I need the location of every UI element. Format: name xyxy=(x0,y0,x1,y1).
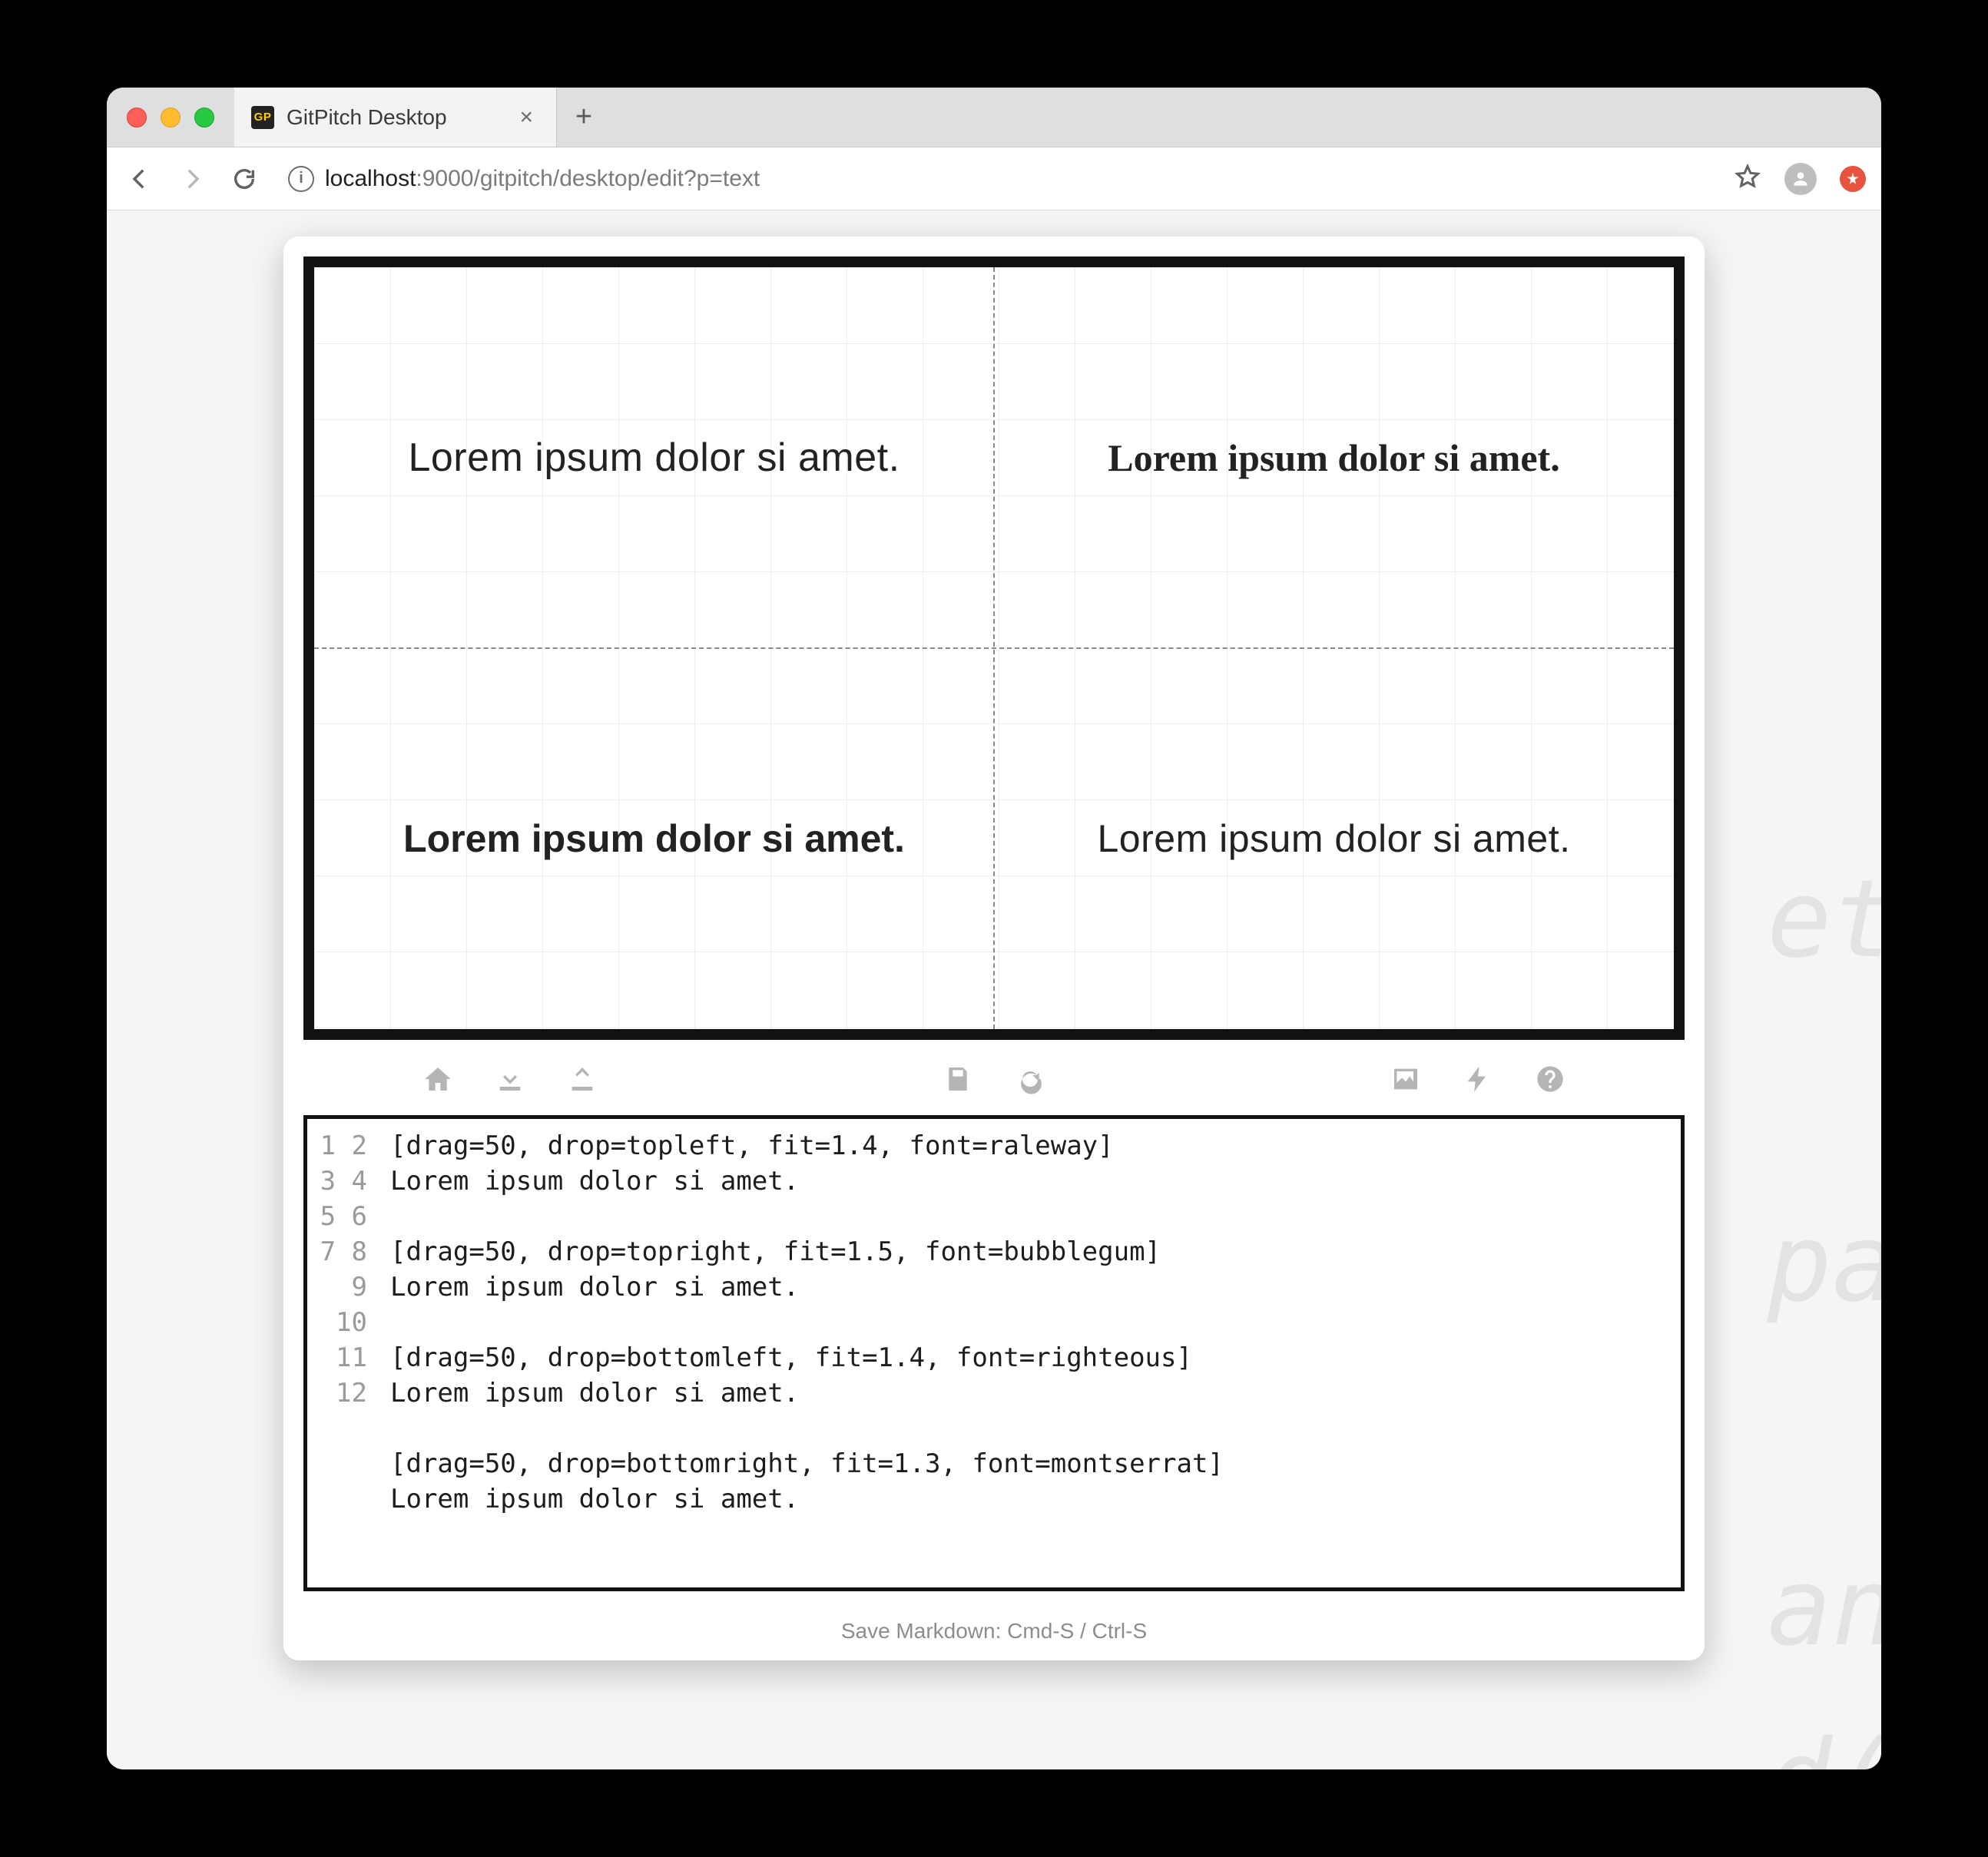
home-button[interactable] xyxy=(419,1060,457,1098)
new-tab-button[interactable]: + xyxy=(557,88,611,147)
browser-tab[interactable]: GP GitPitch Desktop × xyxy=(234,88,557,147)
nav-forward-button[interactable] xyxy=(174,161,210,197)
slide-quadrant-bottomright: Lorem ipsum dolor si amet. xyxy=(994,648,1674,1029)
window-zoom-button[interactable] xyxy=(194,108,214,127)
url-path: :9000/gitpitch/desktop/edit?p=text xyxy=(416,166,760,191)
editor-toolbar xyxy=(303,1054,1685,1101)
extension-badge-icon[interactable] xyxy=(1840,166,1866,192)
window-controls xyxy=(107,88,234,147)
upload-button[interactable] xyxy=(563,1060,601,1098)
window-close-button[interactable] xyxy=(127,108,147,127)
address-bar: i localhost:9000/gitpitch/desktop/edit?p… xyxy=(107,147,1881,210)
slide-quadrant-topright: Lorem ipsum dolor si amet. xyxy=(994,267,1674,648)
window-minimize-button[interactable] xyxy=(161,108,181,127)
editor-gutter: 1 2 3 4 5 6 7 8 9 10 11 12 xyxy=(307,1119,378,1587)
slide-preview: Lorem ipsum dolor si amet. Lorem ipsum d… xyxy=(303,257,1685,1040)
slide-text-bottomleft: Lorem ipsum dolor si amet. xyxy=(403,816,905,861)
browser-window: GP GitPitch Desktop × + i localhost:9000… xyxy=(107,88,1881,1769)
help-button[interactable] xyxy=(1531,1060,1569,1098)
slide-quadrant-topleft: Lorem ipsum dolor si amet. xyxy=(314,267,994,648)
bookmark-star-icon[interactable] xyxy=(1734,163,1761,194)
footer-hint: Save Markdown: Cmd-S / Ctrl-S xyxy=(303,1605,1685,1648)
url-field[interactable]: i localhost:9000/gitpitch/desktop/edit?p… xyxy=(279,160,1717,198)
tab-title: GitPitch Desktop xyxy=(287,105,501,130)
refresh-button[interactable] xyxy=(1011,1060,1049,1098)
slide-text-topleft: Lorem ipsum dolor si amet. xyxy=(408,435,900,481)
bolt-button[interactable] xyxy=(1459,1060,1497,1098)
tab-close-button[interactable]: × xyxy=(513,103,539,132)
gitpitch-editor-card: Lorem ipsum dolor si amet. Lorem ipsum d… xyxy=(283,237,1705,1660)
nav-back-button[interactable] xyxy=(122,161,157,197)
nav-reload-button[interactable] xyxy=(227,161,262,197)
save-button[interactable] xyxy=(939,1060,977,1098)
slide-text-topright: Lorem ipsum dolor si amet. xyxy=(1108,435,1559,480)
download-button[interactable] xyxy=(491,1060,529,1098)
url-host: localhost xyxy=(325,166,416,191)
page-body: et pa an d( Lorem ipsum dolor si amet. L… xyxy=(107,210,1881,1769)
titlebar: GP GitPitch Desktop × + xyxy=(107,88,1881,147)
site-info-icon[interactable]: i xyxy=(288,166,314,192)
slide-text-bottomright: Lorem ipsum dolor si amet. xyxy=(1097,816,1570,861)
tab-favicon: GP xyxy=(251,106,274,129)
background-ghost-text: et pa an d( xyxy=(1767,834,1881,1769)
editor-code[interactable]: [drag=50, drop=topleft, fit=1.4, font=ra… xyxy=(378,1119,1681,1587)
image-button[interactable] xyxy=(1387,1060,1425,1098)
slide-quadrant-bottomleft: Lorem ipsum dolor si amet. xyxy=(314,648,994,1029)
markdown-editor[interactable]: 1 2 3 4 5 6 7 8 9 10 11 12 [drag=50, dro… xyxy=(303,1115,1685,1591)
profile-avatar-icon[interactable] xyxy=(1784,163,1817,195)
